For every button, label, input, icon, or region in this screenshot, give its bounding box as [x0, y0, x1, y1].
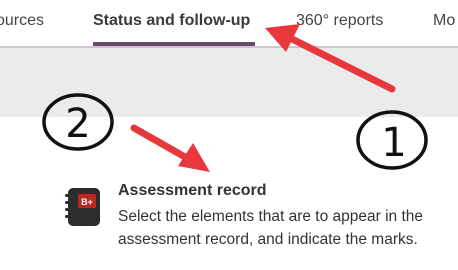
- content-header-band: [0, 48, 458, 117]
- annotation-arrow-2: [130, 124, 189, 161]
- tab-bar: ources Status and follow-up 360° reports…: [0, 0, 458, 48]
- tool-description: Select the elements that are to appear i…: [118, 208, 424, 248]
- annotation-number-1: 1: [381, 120, 406, 166]
- tab-resources[interactable]: ources: [0, 12, 44, 30]
- active-tab-indicator: [93, 42, 255, 46]
- notebook-b-plus-icon: B+: [64, 186, 102, 233]
- annotation-arrow-2-head: [178, 143, 210, 172]
- tab-360-reports[interactable]: 360° reports: [296, 12, 383, 30]
- annotation-circle-1: [356, 110, 428, 170]
- tab-more[interactable]: Mo: [433, 12, 455, 30]
- tool-title[interactable]: Assessment record: [118, 182, 267, 200]
- tab-status-and-follow-up[interactable]: Status and follow-up: [93, 12, 250, 30]
- notebook-badge-text: B+: [81, 197, 93, 207]
- assessment-record-tool[interactable]: B+ Assessment record Select the elements…: [60, 180, 458, 270]
